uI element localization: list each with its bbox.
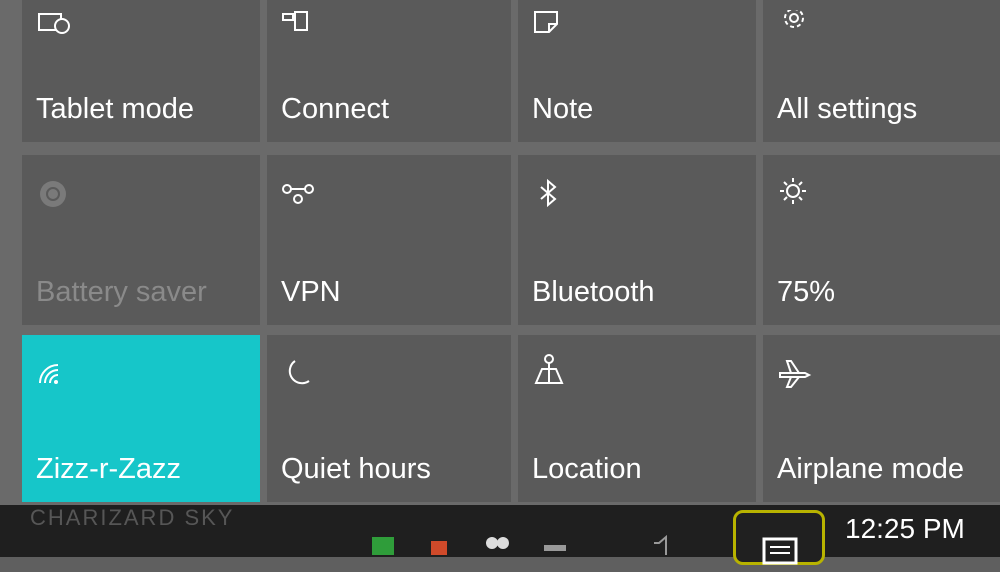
tile-vpn[interactable]: VPN xyxy=(267,155,511,325)
tray-app-icon[interactable] xyxy=(425,533,455,555)
tile-airplane-mode[interactable]: Airplane mode xyxy=(763,335,1000,502)
tile-quiet-hours[interactable]: Quiet hours xyxy=(267,335,511,502)
tile-label: Location xyxy=(532,453,642,485)
tile-label: Bluetooth xyxy=(532,276,655,308)
tile-label: Airplane mode xyxy=(777,453,964,485)
tile-connect[interactable]: Connect xyxy=(267,0,511,142)
bluetooth-icon xyxy=(532,177,570,215)
note-icon xyxy=(532,10,570,48)
volume-icon[interactable] xyxy=(650,533,680,555)
tile-label: Quiet hours xyxy=(281,453,431,485)
tile-label: Note xyxy=(532,93,594,125)
vpn-icon xyxy=(281,177,319,215)
tile-all-settings[interactable]: All settings xyxy=(763,0,1000,142)
notification-icon xyxy=(762,537,798,572)
action-center-panel: Tablet mode Connect Note All settings Ba… xyxy=(0,0,1000,505)
tile-tablet-mode[interactable]: Tablet mode xyxy=(22,0,260,142)
tray-app-icon[interactable] xyxy=(368,533,398,555)
people-icon[interactable] xyxy=(482,533,512,555)
tile-label: Tablet mode xyxy=(36,93,194,125)
moon-icon xyxy=(281,357,319,395)
tile-label: Zizz-r-Zazz xyxy=(36,453,181,485)
taskbar: CHARIZARD SKY 12:25 PM xyxy=(0,505,1000,565)
airplane-icon xyxy=(777,357,815,395)
wallpaper-text: CHARIZARD SKY xyxy=(30,505,235,530)
tile-wifi[interactable]: Zizz-r-Zazz xyxy=(22,335,260,502)
network-icon[interactable] xyxy=(540,533,570,555)
tile-label: All settings xyxy=(777,93,918,125)
tile-note[interactable]: Note xyxy=(518,0,756,142)
tablet-mode-icon xyxy=(36,10,74,48)
tile-battery-saver[interactable]: Battery saver xyxy=(22,155,260,325)
location-icon xyxy=(532,353,570,391)
brightness-icon xyxy=(777,177,815,215)
tile-label: Connect xyxy=(281,93,390,125)
tile-label: Battery saver xyxy=(36,276,207,308)
tile-bluetooth[interactable]: Bluetooth xyxy=(518,155,756,325)
tile-label: VPN xyxy=(281,276,341,308)
gear-icon xyxy=(777,10,815,48)
tile-brightness[interactable]: 75% xyxy=(763,155,1000,325)
tile-label: 75% xyxy=(777,276,836,308)
wifi-icon xyxy=(36,357,74,395)
tile-location[interactable]: Location xyxy=(518,335,756,502)
connect-icon xyxy=(281,10,319,48)
battery-saver-icon xyxy=(36,177,74,215)
clock[interactable]: 12:25 PM xyxy=(845,513,965,545)
